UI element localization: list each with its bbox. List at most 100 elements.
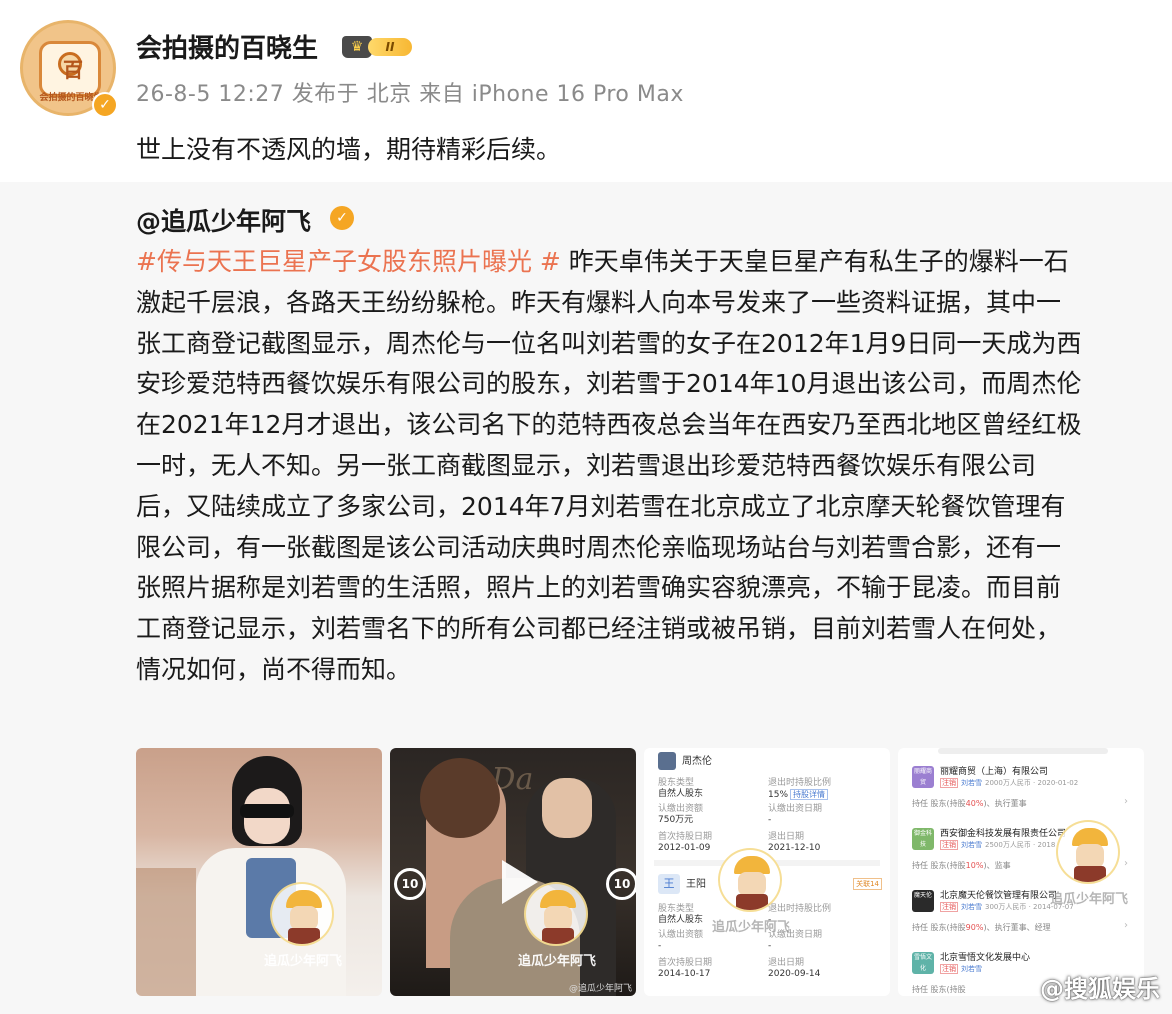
field-label: 退出日期: [768, 832, 805, 842]
role-suffix: )、监事: [983, 861, 1011, 870]
verified-icon: ✓: [330, 206, 354, 230]
repost-line: 工商登记显示，刘若雪名下的所有公司都已经注销或被吊销，目前刘若雪人在何处，: [136, 614, 1062, 644]
status-badge: 注销: [940, 902, 958, 912]
role-prefix: 持任 股东(持股: [912, 799, 966, 808]
record-screenshot[interactable]: 周杰伦 股东类型 自然人股东 退出时持股比例 15% 持股详情 认缴出资额 750万元 …: [644, 748, 890, 996]
field-value: 750万元: [658, 815, 694, 825]
watermark-text: 追瓜少年阿飞: [517, 954, 596, 969]
video-thumbnail[interactable]: I Da 10 10 追瓜少年阿飞 @追瓜少年阿飞: [390, 748, 636, 996]
watermark-avatar: [718, 848, 782, 912]
field-label: 认缴出资额: [658, 930, 704, 940]
photo-thumbnail[interactable]: 追瓜少年阿飞: [136, 748, 382, 996]
record-field: 股东类型 自然人股东: [658, 904, 703, 926]
tab-strip: [938, 748, 1108, 754]
role-prefix: 持任 股东(持股: [912, 985, 966, 994]
level-badge: II: [368, 38, 412, 56]
watermark-logo: 追瓜少年阿飞: [1050, 820, 1128, 910]
company-sub: 注销 刘若雪 2500万人民币 · 2018: [940, 840, 1055, 850]
company-list-screenshot[interactable]: 丽耀商贸 丽耀商贸（上海）有限公司 注销 刘若雪 2000万人民币 · 2020-0…: [898, 748, 1144, 996]
author-name[interactable]: 会拍摄的百晓生: [136, 28, 318, 65]
company-logo: 御金科技: [912, 828, 934, 850]
company-row: 丽耀商贸 丽耀商贸（上海）有限公司 注销 刘若雪 2000万人民币 · 2020-0…: [908, 758, 1134, 818]
camera-icon: 百: [39, 41, 101, 97]
company-role: 持任 股东(持股90%)、执行董事、经理: [912, 922, 1051, 933]
watermark-text: 追瓜少年阿飞: [711, 920, 790, 935]
company-role: 持任 股东(持股: [912, 984, 966, 995]
field-value: 2020-09-14: [768, 969, 821, 979]
face-shape: [1076, 844, 1104, 868]
repost-author[interactable]: @追瓜少年阿飞: [136, 202, 311, 238]
role-percentage: 10%: [965, 861, 984, 870]
sunglasses: [240, 804, 294, 818]
chevron-right-icon[interactable]: ›: [1124, 920, 1128, 931]
company-role: 持任 股东(持股10%)、监事: [912, 860, 1011, 871]
record-field: 股东类型 自然人股东: [658, 778, 703, 800]
field-value: 15% 持股详情: [768, 789, 831, 801]
company-logo: 魔天伦: [912, 890, 934, 912]
ratio-value: 15%: [768, 790, 789, 800]
repost-card[interactable]: @追瓜少年阿飞 ✓ #传与天王巨星产子女股东照片曝光 # 昨天卓伟关于天皇巨星产…: [0, 182, 1172, 1014]
watermark-avatar: [270, 882, 334, 946]
forward-10-icon[interactable]: 10: [606, 868, 636, 900]
repost-line: 激起千层浪，各路天王纷纷躲枪。昨天有爆料人向本号发来了一些资料证据，其中一: [136, 287, 1062, 317]
shareholder-row: 周杰伦: [658, 752, 712, 774]
shareholder-avatar: 王: [658, 874, 680, 894]
watermark-logo: 追瓜少年阿飞: [264, 882, 342, 972]
hashtag-link[interactable]: #传与天王巨星产子女股东照片曝光 #: [136, 247, 561, 276]
watermark-text: 追瓜少年阿飞: [1049, 892, 1128, 907]
field-label: 首次持股日期: [658, 958, 713, 968]
repost-line: 限公司，有一张截图是该公司活动庆典时周杰伦亲临现场站台与刘若雪合影，还有一: [136, 532, 1062, 562]
record-field: 首次持股日期 2012-01-09: [658, 832, 712, 854]
company-sub: 注销 刘若雪: [940, 964, 985, 974]
person-right-face: [542, 778, 592, 838]
repost-body: #传与天王巨星产子女股东照片曝光 # 昨天卓伟关于天皇巨星产有私生子的爆料一石 …: [136, 242, 1136, 691]
watermark-text: 追瓜少年阿飞: [263, 954, 342, 969]
record-field: 认缴出资额 750万元: [658, 804, 703, 826]
watermark-logo: 追瓜少年阿飞: [712, 848, 790, 938]
image-grid: 追瓜少年阿飞 I Da 10 10 追瓜少年阿飞 @追瓜少年阿飞 周杰伦 股东类…: [136, 748, 1146, 996]
company-detail: 2500万人民币 · 2018: [985, 841, 1056, 849]
role-percentage: 40%: [965, 799, 984, 808]
legal-person: 刘若雪: [961, 841, 982, 849]
legal-person: 刘若雪: [961, 903, 982, 911]
role-percentage: 90%: [965, 923, 984, 932]
repost-line: #传与天王巨星产子女股东照片曝光 # 昨天卓伟关于天皇巨星产有私生子的爆料一石: [136, 242, 1136, 283]
field-value: 2012-01-09: [658, 843, 711, 853]
verified-icon: ✓: [92, 92, 118, 118]
legal-person: 刘若雪: [961, 965, 982, 973]
shareholder-row: 王王阳: [658, 874, 706, 894]
shareholder-avatar: [658, 752, 676, 770]
field-label: 退出日期: [768, 958, 805, 968]
role-suffix: )、执行董事: [983, 799, 1027, 808]
field-label: 认缴出资额: [658, 804, 704, 814]
face-shape: [544, 906, 572, 930]
watermark-logo: 追瓜少年阿飞: [518, 882, 596, 972]
post-meta: 26-8-5 12:27 发布于 北京 来自 iPhone 16 Pro Max: [136, 82, 684, 107]
body-shape: [1074, 866, 1106, 882]
company-role: 持任 股东(持股40%)、执行董事: [912, 798, 1027, 809]
status-badge: 注销: [940, 964, 958, 974]
body-shape: [542, 928, 574, 944]
body-shape: [288, 928, 320, 944]
repost-line: 在2021年12月才退出，该公司名下的范特西夜总会当年在西安乃至西北地区曾经红极: [136, 410, 1082, 440]
record-field: 退出时持股比例 15% 持股详情: [768, 778, 831, 801]
record-field: 认缴出资日期 -: [768, 804, 822, 826]
legal-person: 刘若雪: [961, 779, 982, 787]
chevron-right-icon[interactable]: ›: [1124, 796, 1128, 807]
person-left-hair: [420, 758, 500, 838]
brick-wall: [136, 868, 196, 996]
detail-link[interactable]: 持股详情: [790, 789, 829, 800]
rewind-10-icon[interactable]: 10: [394, 868, 426, 900]
avatar-logo-char: 百: [63, 58, 83, 82]
author-avatar[interactable]: 百 会拍摄的百晓生 ✓: [20, 20, 120, 120]
member-badge[interactable]: ♛ II: [342, 34, 414, 60]
shareholder-name: 周杰伦: [682, 756, 712, 767]
field-label: 认缴出资日期: [768, 804, 823, 814]
role-prefix: 持任 股东(持股: [912, 861, 966, 870]
post-text: 世上没有不透风的墙，期待精彩后续。: [136, 135, 562, 164]
relation-tag: 关联14: [853, 878, 882, 890]
field-value: -: [658, 941, 662, 951]
shareholder-name: 王阳: [686, 879, 706, 890]
field-label: 股东类型: [658, 904, 695, 914]
record-field: 认缴出资额 -: [658, 930, 703, 952]
